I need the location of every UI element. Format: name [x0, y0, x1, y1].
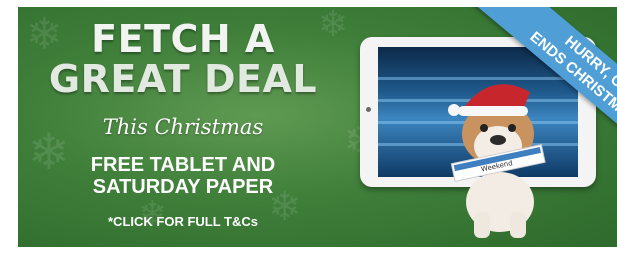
bulldog-icon: Weekend: [448, 84, 546, 238]
promo-banner[interactable]: ❄ ❄ ❄ ❄ ❄ ❄ FETCH A GREAT DEAL This Chri…: [18, 7, 617, 247]
headline-line-2: GREAT DEAL: [48, 57, 318, 101]
offer-text: FREE TABLET AND SATURDAY PAPER: [18, 154, 348, 198]
terms-link[interactable]: *CLICK FOR FULL T&Cs: [18, 214, 348, 229]
subheading-script: This Christmas: [102, 115, 264, 139]
headline-line-1: FETCH A: [91, 17, 275, 61]
offer-line-2: SATURDAY PAPER: [92, 176, 274, 198]
banner-frame: ❄ ❄ ❄ ❄ ❄ ❄ FETCH A GREAT DEAL This Chri…: [0, 0, 617, 253]
camera-dot: [366, 107, 371, 112]
offer-line-1: FREE TABLET AND: [90, 154, 276, 176]
headline: FETCH A GREAT DEAL: [18, 19, 348, 99]
